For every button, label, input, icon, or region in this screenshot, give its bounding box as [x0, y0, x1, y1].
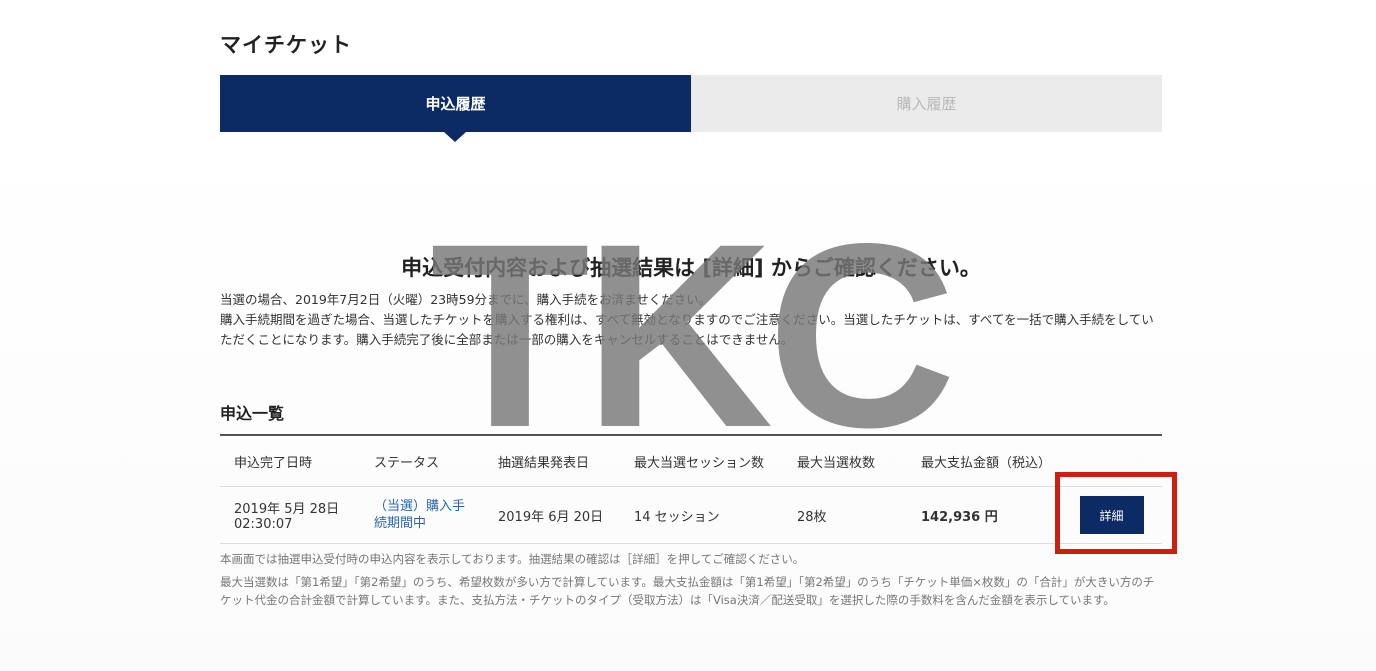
active-tab-arrow — [444, 132, 466, 142]
cell-action: 詳細 — [1061, 496, 1162, 534]
cell-amount: 142,936 円 — [921, 509, 998, 525]
tab-application-history[interactable]: 申込履歴 — [220, 75, 691, 142]
footnote-2: 最大当選数は「第1希望」「第2希望」のうち、希望枚数が多い方で計算しています。最… — [220, 575, 1155, 607]
status-line-2: 続期間中 — [374, 516, 427, 531]
header-max-amount: 最大支払金額（税込） — [921, 455, 1052, 471]
tab-application-history-label: 申込履歴 — [425, 95, 486, 113]
cell-sessions: 14 セッション — [634, 509, 720, 525]
header-completed-datetime: 申込完了日時 — [234, 455, 313, 471]
header-result-date: 抽選結果発表日 — [498, 455, 590, 471]
tab-bar: 申込履歴 購入履歴 — [220, 75, 1162, 142]
notice-line-1: 当選の場合、2019年7月2日（火曜）23時59分までに、購入手続をお済ませくだ… — [220, 292, 712, 307]
header-max-sessions: 最大当選セッション数 — [634, 455, 765, 471]
cell-completed-datetime: 2019年 5月 28日 02:30:07 — [220, 498, 374, 532]
cell-result-date: 2019年 6月 20日 — [498, 509, 604, 525]
detail-button[interactable]: 詳細 — [1079, 496, 1144, 534]
notice-text: 当選の場合、2019年7月2日（火曜）23時59分までに、購入手続をお済ませくだ… — [220, 290, 1162, 350]
header-status: ステータス — [374, 455, 440, 471]
page-title: マイチケット — [220, 33, 352, 57]
cell-date: 2019年 5月 28日 — [234, 502, 340, 517]
status-line-1: （当選）購入手 — [374, 499, 466, 514]
footnote-1: 本画面では抽選申込受付時の申込内容を表示しております。抽選結果の確認は［詳細］を… — [220, 552, 805, 566]
header-max-tickets: 最大当選枚数 — [797, 455, 876, 471]
section-title: 申込一覧 — [220, 404, 285, 423]
table-row: 2019年 5月 28日 02:30:07 （当選）購入手 続期間中 2019年… — [220, 486, 1162, 544]
cell-time: 02:30:07 — [234, 517, 293, 532]
notice-line-2: 購入手続期間を過ぎた場合、当選したチケットを購入する権利は、すべて無効となります… — [220, 312, 1154, 347]
status-link[interactable]: （当選）購入手 続期間中 — [374, 498, 498, 532]
headline: 申込受付内容および抽選結果は [詳細] からご確認ください。 — [401, 256, 981, 280]
cell-tickets: 28枚 — [797, 509, 827, 525]
table-header: 申込完了日時 ステータス 抽選結果発表日 最大当選セッション数 最大当選枚数 最… — [220, 436, 1162, 486]
tab-purchase-history-label: 購入履歴 — [896, 95, 957, 113]
tab-purchase-history[interactable]: 購入履歴 — [691, 75, 1162, 132]
applications-table: 申込完了日時 ステータス 抽選結果発表日 最大当選セッション数 最大当選枚数 最… — [220, 434, 1162, 544]
